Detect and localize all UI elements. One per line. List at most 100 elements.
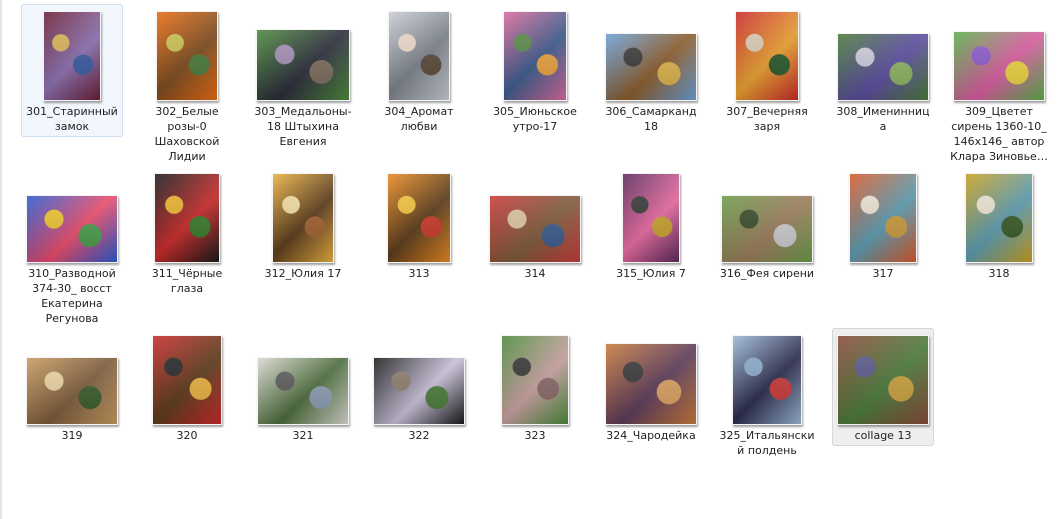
thumbnail-frame xyxy=(137,329,237,425)
image-thumbnail xyxy=(965,173,1033,263)
image-thumbnail xyxy=(622,173,680,263)
file-name-label: 323 xyxy=(524,429,546,442)
thumbnail-frame xyxy=(22,329,122,425)
image-thumbnail xyxy=(257,357,349,425)
file-item[interactable]: 322 xyxy=(368,328,470,444)
file-grid: 301_Старинный замок 302_Белые розы-0 Шахо… xyxy=(0,0,1061,519)
file-name-label: 324_Чародейка xyxy=(606,429,696,442)
file-item[interactable]: 317 xyxy=(832,166,934,282)
file-item[interactable]: 301_Старинный замок xyxy=(21,4,123,137)
image-thumbnail xyxy=(501,335,569,425)
thumbnail-frame xyxy=(485,167,585,263)
image-thumbnail xyxy=(373,357,465,425)
thumbnail-frame xyxy=(22,167,122,263)
file-item[interactable]: 315_Юлия 7 xyxy=(600,166,702,282)
thumbnail-frame xyxy=(137,167,237,263)
thumbnail-frame xyxy=(369,5,469,101)
file-name-label: 314 xyxy=(524,267,546,280)
image-thumbnail xyxy=(388,11,450,101)
file-item[interactable]: collage 13 xyxy=(832,328,934,446)
file-item[interactable]: 303_Медальоны-18 Штыхина Евгения xyxy=(252,4,354,150)
file-item[interactable]: 305_Июньское утро-17 xyxy=(484,4,586,135)
file-item[interactable]: 304_Аромат любви xyxy=(368,4,470,135)
image-thumbnail xyxy=(735,11,799,101)
file-name-label: 302_Белые розы-0 Шаховской Лидии xyxy=(154,105,220,163)
thumbnail-frame xyxy=(833,5,933,101)
file-item[interactable]: 311_Чёрные глаза xyxy=(136,166,238,297)
thumbnail-frame xyxy=(717,5,817,101)
thumbnail-frame xyxy=(949,167,1049,263)
file-name-label: 303_Медальоны-18 Штыхина Евгения xyxy=(254,105,352,148)
file-item[interactable]: 316_Фея сирени xyxy=(716,166,818,282)
file-item[interactable]: 323 xyxy=(484,328,586,444)
image-thumbnail xyxy=(154,173,220,263)
file-name-label: collage 13 xyxy=(854,429,912,442)
thumbnail-frame xyxy=(485,329,585,425)
file-name-label: 322 xyxy=(408,429,430,442)
file-name-label: 311_Чёрные глаза xyxy=(151,267,223,295)
thumbnail-frame xyxy=(717,167,817,263)
file-item[interactable]: 310_Разводной 374-30_ восст Екатерина Ре… xyxy=(21,166,123,327)
file-name-label: 320 xyxy=(176,429,198,442)
file-name-label: 316_Фея сирени xyxy=(719,267,815,280)
file-item[interactable]: 314 xyxy=(484,166,586,282)
thumbnail-frame xyxy=(485,5,585,101)
file-item[interactable]: 321 xyxy=(252,328,354,444)
image-thumbnail xyxy=(26,357,118,425)
file-item[interactable]: 324_Чародейка xyxy=(600,328,702,444)
file-item[interactable]: 312_Юлия 17 xyxy=(252,166,354,282)
image-thumbnail xyxy=(256,29,350,101)
image-thumbnail xyxy=(272,173,334,263)
file-item[interactable]: 313 xyxy=(368,166,470,282)
image-thumbnail xyxy=(837,33,929,101)
thumbnail-frame xyxy=(22,5,122,101)
thumbnail-frame xyxy=(253,167,353,263)
thumbnail-frame xyxy=(137,5,237,101)
image-thumbnail xyxy=(732,335,802,425)
thumbnail-frame xyxy=(717,329,817,425)
file-name-label: 304_Аромат любви xyxy=(384,105,454,133)
thumbnail-frame xyxy=(369,329,469,425)
file-item[interactable]: 319 xyxy=(21,328,123,444)
file-item[interactable]: 320 xyxy=(136,328,238,444)
image-thumbnail xyxy=(503,11,567,101)
file-name-label: 321 xyxy=(292,429,314,442)
file-item[interactable]: 302_Белые розы-0 Шаховской Лидии xyxy=(136,4,238,165)
file-name-label: 315_Юлия 7 xyxy=(616,267,686,280)
thumbnail-frame xyxy=(601,167,701,263)
file-item[interactable]: 307_Вечерняя заря xyxy=(716,4,818,135)
image-thumbnail xyxy=(721,195,813,263)
file-name-label: 305_Июньское утро-17 xyxy=(493,105,577,133)
file-item[interactable]: 309_Цветет сирень 1360-10_ 146х146_ авто… xyxy=(948,4,1050,165)
file-name-label: 310_Разводной 374-30_ восст Екатерина Ре… xyxy=(28,267,116,325)
image-thumbnail xyxy=(837,335,929,425)
file-name-label: 307_Вечерняя заря xyxy=(726,105,808,133)
file-name-label: 308_Именинница xyxy=(836,105,930,133)
thumbnail-frame xyxy=(601,5,701,101)
file-item[interactable]: 318 xyxy=(948,166,1050,282)
file-name-label: 318 xyxy=(988,267,1010,280)
file-item[interactable]: 306_Самарканд 18 xyxy=(600,4,702,135)
file-item[interactable]: 325_Итальянский полдень xyxy=(716,328,818,459)
image-thumbnail xyxy=(26,195,118,263)
thumbnail-frame xyxy=(253,5,353,101)
image-thumbnail xyxy=(43,11,101,101)
thumbnail-frame xyxy=(601,329,701,425)
image-thumbnail xyxy=(605,33,697,101)
image-thumbnail xyxy=(605,343,697,425)
thumbnail-frame xyxy=(833,329,933,425)
image-thumbnail xyxy=(489,195,581,263)
file-name-label: 306_Самарканд 18 xyxy=(605,105,697,133)
file-name-label: 313 xyxy=(408,267,430,280)
image-thumbnail xyxy=(953,31,1045,101)
thumbnail-frame xyxy=(369,167,469,263)
image-thumbnail xyxy=(849,173,917,263)
file-name-label: 325_Итальянский полдень xyxy=(719,429,815,457)
thumbnail-frame xyxy=(253,329,353,425)
thumbnail-frame xyxy=(833,167,933,263)
file-name-label: 309_Цветет сирень 1360-10_ 146х146_ авто… xyxy=(950,105,1048,163)
thumbnail-frame xyxy=(949,5,1049,101)
file-name-label: 301_Старинный замок xyxy=(26,105,118,133)
file-item[interactable]: 308_Именинница xyxy=(832,4,934,135)
file-name-label: 317 xyxy=(872,267,894,280)
